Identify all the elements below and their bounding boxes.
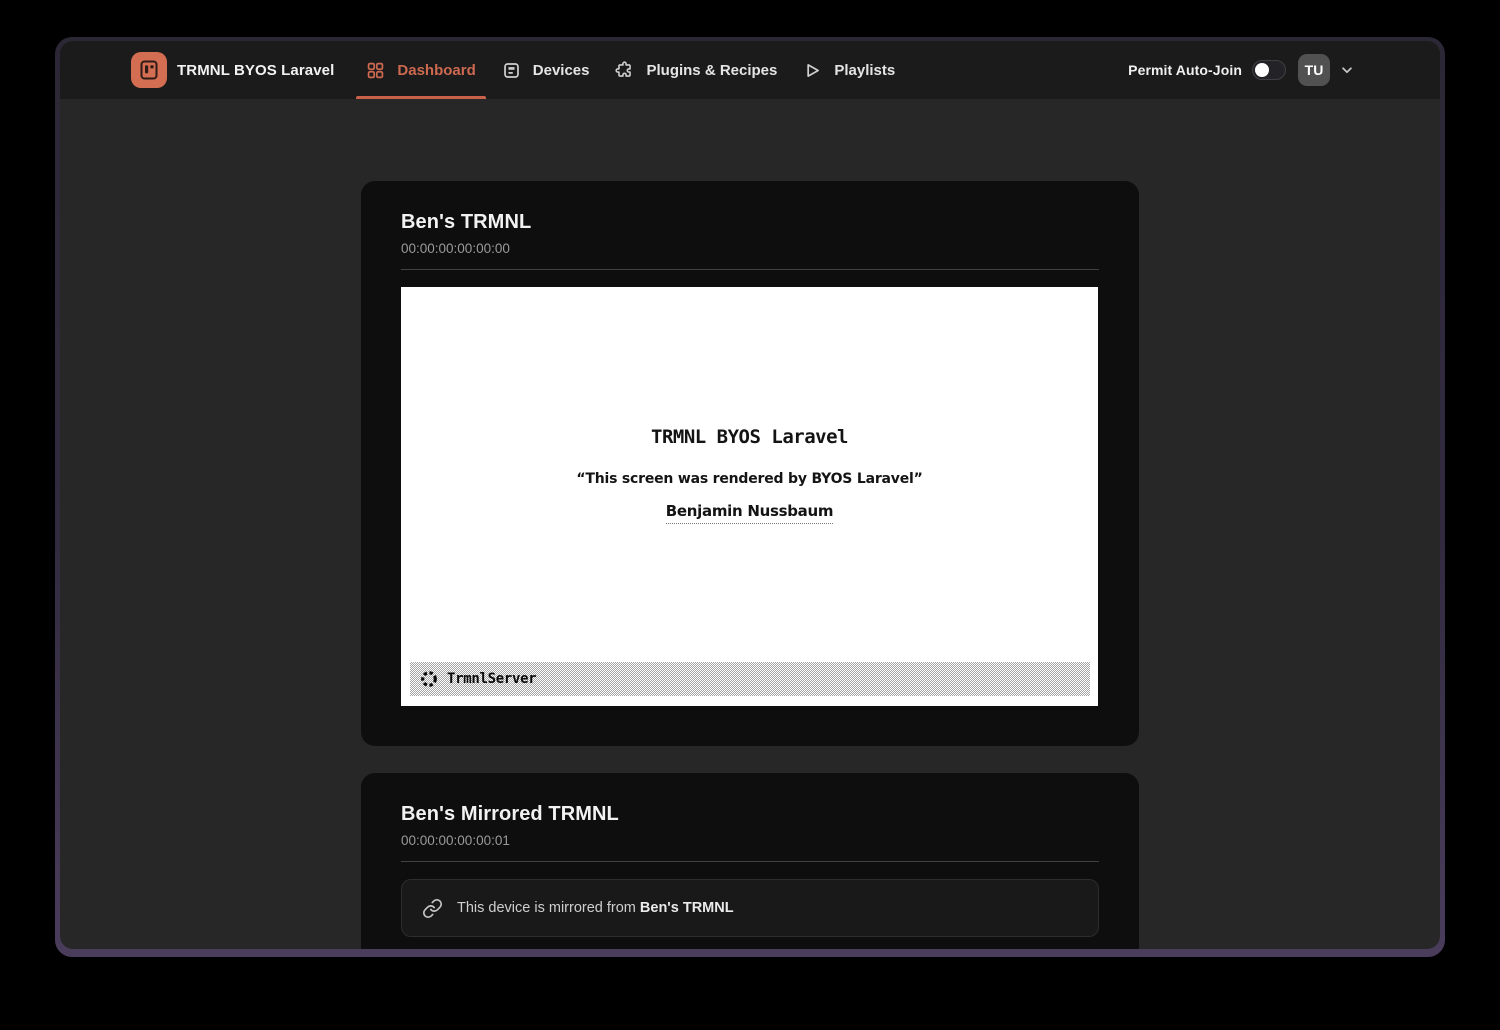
screen-author: Benjamin Nussbaum	[666, 502, 833, 524]
nav-item-devices[interactable]: Devices	[492, 41, 600, 99]
dashboard-content: Ben's TRMNL 00:00:00:00:00:00 TRMNL BYOS…	[60, 99, 1440, 949]
app-window-frame: TRMNL BYOS Laravel Dashboard	[55, 37, 1445, 957]
mirror-note-prefix: This device is mirrored from	[457, 900, 640, 916]
nav-label-playlists: Playlists	[834, 62, 895, 79]
mirror-source-device: Ben's TRMNL	[640, 900, 734, 916]
screen-title: TRMNL BYOS Laravel	[401, 426, 1098, 448]
toggle-knob	[1255, 63, 1269, 77]
app-logo[interactable]	[131, 52, 167, 88]
navbar-right-group: Permit Auto-Join TU	[1128, 54, 1354, 86]
trmnl-device-icon	[137, 58, 161, 82]
device-mac-address: 00:00:00:00:00:00	[401, 241, 1099, 256]
app-window: TRMNL BYOS Laravel Dashboard	[60, 41, 1440, 949]
card-divider	[401, 861, 1099, 862]
mirror-info-box: This device is mirrored from Ben's TRMNL	[401, 879, 1099, 937]
nav-label-dashboard: Dashboard	[397, 62, 475, 79]
device-list-icon	[502, 61, 521, 80]
device-name: Ben's TRMNL	[401, 211, 1099, 234]
screen-statusbar-label: TrmnlServer	[447, 671, 536, 687]
puzzle-icon	[615, 61, 634, 80]
device-mac-address: 00:00:00:00:00:01	[401, 833, 1099, 848]
device-screen-preview: TRMNL BYOS Laravel “This screen was rend…	[401, 287, 1098, 706]
main-navigation: Dashboard Devices	[356, 41, 905, 99]
nav-item-dashboard[interactable]: Dashboard	[356, 41, 485, 99]
permit-auto-join-toggle[interactable]	[1252, 60, 1286, 80]
mirror-note: This device is mirrored from Ben's TRMNL	[457, 900, 734, 916]
device-card-bens-trmnl: Ben's TRMNL 00:00:00:00:00:00 TRMNL BYOS…	[361, 181, 1139, 746]
device-card-bens-mirrored-trmnl: Ben's Mirrored TRMNL 00:00:00:00:00:01 T…	[361, 773, 1139, 949]
spinner-icon	[420, 670, 438, 688]
permit-auto-join-label: Permit Auto-Join	[1128, 62, 1242, 78]
screen-author-row: Benjamin Nussbaum	[401, 502, 1098, 524]
top-navbar: TRMNL BYOS Laravel Dashboard	[60, 41, 1440, 99]
grid-icon	[366, 61, 385, 80]
screen-status-bar: TrmnlServer	[410, 662, 1090, 696]
nav-label-devices: Devices	[533, 62, 590, 79]
user-avatar[interactable]: TU	[1298, 54, 1330, 86]
nav-label-plugins-recipes: Plugins & Recipes	[646, 62, 777, 79]
chevron-down-icon[interactable]	[1340, 63, 1354, 77]
desktop-background: TRMNL BYOS Laravel Dashboard	[0, 0, 1500, 1030]
nav-item-playlists[interactable]: Playlists	[793, 41, 905, 99]
play-icon	[803, 61, 822, 80]
link-icon	[422, 898, 443, 919]
nav-item-plugins-recipes[interactable]: Plugins & Recipes	[605, 41, 787, 99]
brand-title[interactable]: TRMNL BYOS Laravel	[177, 62, 334, 79]
device-name: Ben's Mirrored TRMNL	[401, 803, 1099, 826]
card-divider	[401, 269, 1099, 270]
screen-quote: “This screen was rendered by BYOS Larave…	[401, 471, 1098, 487]
